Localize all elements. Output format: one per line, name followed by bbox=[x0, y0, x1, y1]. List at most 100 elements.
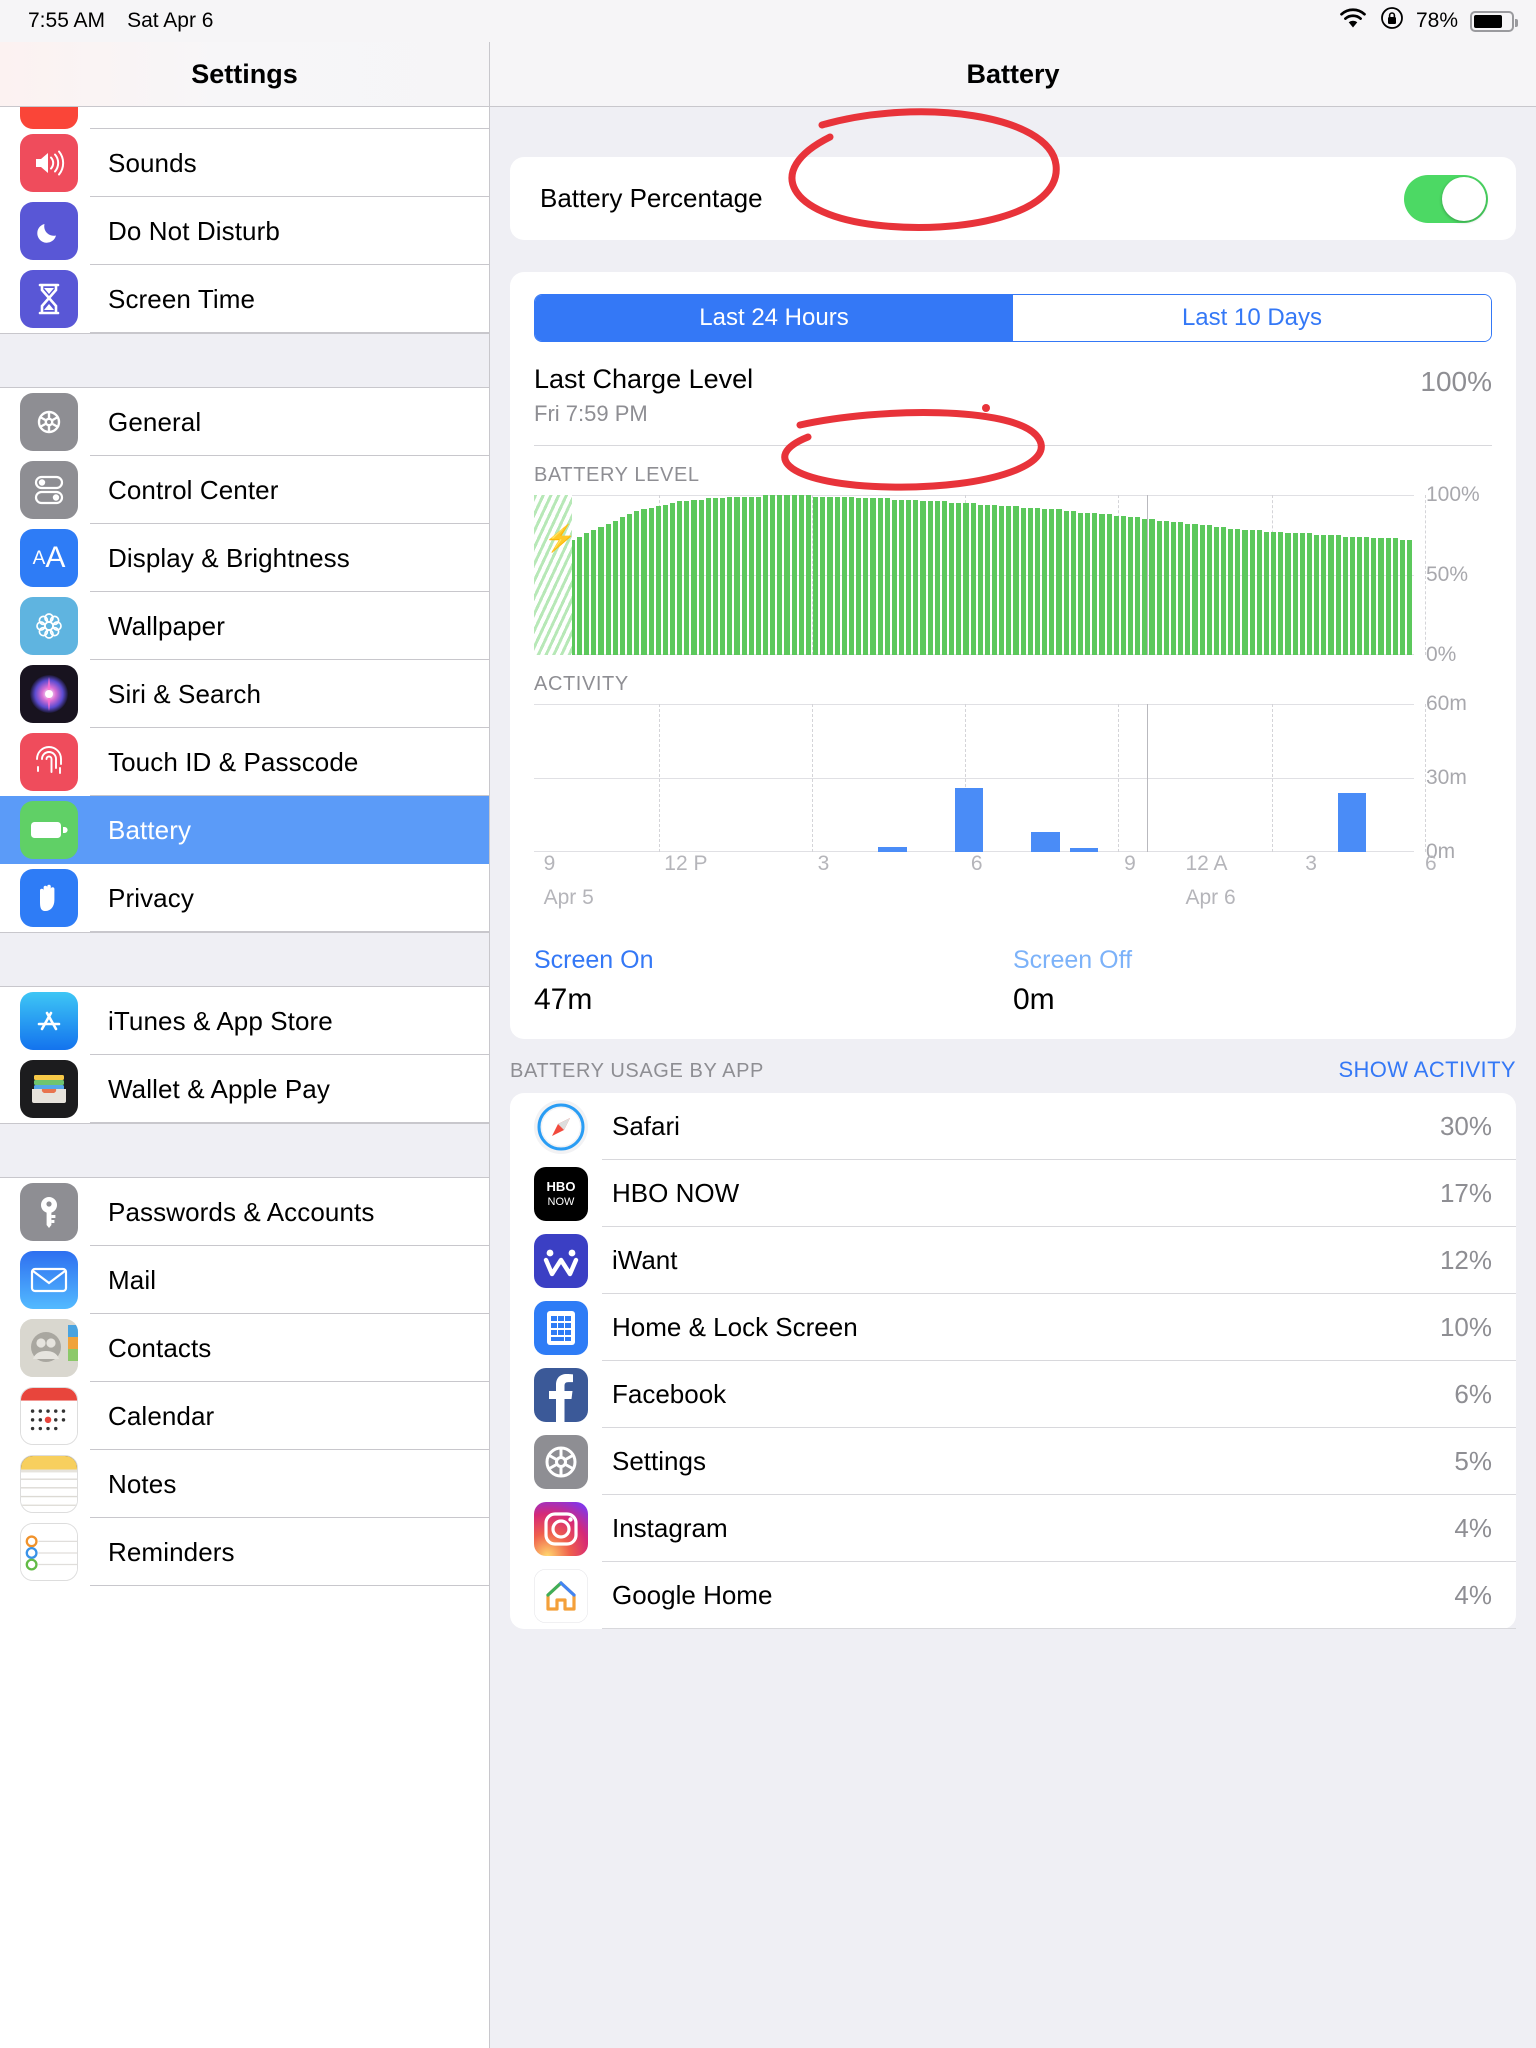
screen-off-label: Screen Off bbox=[1013, 946, 1133, 974]
sidebar-item-calendar[interactable]: Calendar bbox=[0, 1382, 489, 1450]
app-name: Safari bbox=[612, 1111, 680, 1141]
battery-level-bar bbox=[1285, 533, 1291, 655]
battery-level-bar bbox=[1034, 507, 1041, 655]
app-usage-row[interactable]: iWant 12% bbox=[510, 1227, 1516, 1294]
battery-level-bar bbox=[1242, 530, 1248, 655]
battery-level-bar bbox=[1070, 511, 1076, 655]
battery-icon bbox=[20, 801, 78, 859]
battery-level-bar bbox=[669, 503, 676, 655]
sidebar-item-sounds[interactable]: Sounds bbox=[0, 129, 489, 197]
sidebar-item-wallpaper[interactable]: Wallpaper bbox=[0, 592, 489, 660]
app-usage-row[interactable]: HBO NOW HBO NOW 17% bbox=[510, 1160, 1516, 1227]
battery-level-chart: ⚡ 100% 50% 0% bbox=[534, 483, 1492, 666]
screen-time-stats: Screen On 47m Screen Off 0m bbox=[534, 920, 1492, 1039]
last-charge-subtitle: Fri 7:59 PM bbox=[534, 401, 648, 426]
battery-level-bar bbox=[720, 498, 726, 655]
wifi-icon bbox=[1338, 7, 1368, 35]
app-usage-percent: 4% bbox=[1454, 1580, 1492, 1610]
battery-level-bar bbox=[1213, 527, 1219, 655]
app-usage-row[interactable]: Facebook 6% bbox=[510, 1361, 1516, 1428]
app-usage-row[interactable]: Google Home 4% bbox=[510, 1562, 1516, 1629]
battery-level-bar bbox=[576, 536, 583, 655]
sidebar-item-passwords-accounts[interactable]: Passwords & Accounts bbox=[0, 1178, 489, 1246]
sidebar-item-notifications[interactable] bbox=[0, 107, 489, 129]
sidebar-item-notes[interactable]: Notes bbox=[0, 1450, 489, 1518]
battery-level-bar bbox=[1299, 533, 1305, 655]
rotation-lock-icon bbox=[1380, 6, 1404, 36]
battery-level-bar bbox=[1063, 511, 1069, 655]
app-usage-row[interactable]: Home & Lock Screen 10% bbox=[510, 1294, 1516, 1361]
sidebar-item-label: Wallpaper bbox=[108, 610, 225, 641]
battery-level-bar bbox=[1271, 531, 1277, 655]
sidebar-item-siri-search[interactable]: Siri & Search bbox=[0, 660, 489, 728]
battery-level-bar bbox=[920, 501, 926, 655]
sidebar-nav-bar: Settings bbox=[0, 42, 490, 106]
sidebar-item-display-brightness[interactable]: AA Display & Brightness bbox=[0, 524, 489, 592]
hbo-now-icon: HBO NOW bbox=[534, 1166, 588, 1221]
battery-level-bar bbox=[662, 504, 668, 655]
screen-on-stat: Screen On 47m bbox=[534, 946, 1013, 1017]
battery-level-bar bbox=[1042, 509, 1048, 655]
split-view: Sounds Do Not Disturb Screen Time Genera… bbox=[0, 107, 1536, 2048]
sidebar-item-battery[interactable]: Battery bbox=[0, 796, 489, 864]
activity-x-tick: 12 P bbox=[664, 852, 708, 875]
sidebar-item-screen-time[interactable]: Screen Time bbox=[0, 265, 489, 333]
app-usage-row[interactable]: Safari 30% bbox=[510, 1093, 1516, 1160]
charging-bolt-icon: ⚡ bbox=[544, 523, 577, 553]
time-range-segmented-control[interactable]: Last 24 Hours Last 10 Days bbox=[534, 294, 1492, 342]
battery-level-bar bbox=[856, 498, 862, 655]
battery-level-bar bbox=[598, 527, 604, 655]
battery-percentage-toggle[interactable] bbox=[1404, 174, 1488, 223]
battery-usage-title: BATTERY USAGE BY APP bbox=[510, 1060, 764, 1082]
sidebar-item-mail[interactable]: Mail bbox=[0, 1246, 489, 1314]
app-usage-percent: 4% bbox=[1454, 1513, 1492, 1543]
settings-sidebar[interactable]: Sounds Do Not Disturb Screen Time Genera… bbox=[0, 107, 490, 2048]
sidebar-item-touch-id-passcode[interactable]: Touch ID & Passcode bbox=[0, 728, 489, 796]
battery-level-bar bbox=[1163, 520, 1169, 655]
battery-level-bar bbox=[927, 501, 933, 655]
sidebar-item-control-center[interactable]: Control Center bbox=[0, 456, 489, 524]
battery-level-bar bbox=[1371, 538, 1377, 655]
app-name: Home & Lock Screen bbox=[612, 1312, 858, 1342]
screen-on-value: 47m bbox=[534, 983, 593, 1016]
battery-level-bar bbox=[913, 499, 919, 655]
tab-last-24-hours[interactable]: Last 24 Hours bbox=[535, 295, 1013, 341]
battery-level-bar bbox=[1199, 525, 1205, 655]
battery-level-bar bbox=[698, 499, 704, 655]
facebook-icon bbox=[534, 1367, 588, 1422]
sidebar-item-wallet-apple-pay[interactable]: Wallet & Apple Pay bbox=[0, 1055, 489, 1123]
battery-level-bar bbox=[763, 495, 769, 655]
sidebar-item-privacy[interactable]: Privacy bbox=[0, 864, 489, 932]
battery-level-bar bbox=[727, 496, 733, 655]
notes-icon bbox=[20, 1455, 78, 1513]
battery-level-bar bbox=[770, 495, 776, 655]
activity-x-tick: 6 bbox=[970, 852, 983, 875]
battery-level-bar bbox=[1328, 535, 1334, 655]
sidebar-item-general[interactable]: General bbox=[0, 388, 489, 456]
battery-level-bar bbox=[813, 496, 819, 655]
app-name: iWant bbox=[612, 1245, 678, 1275]
tab-last-10-days[interactable]: Last 10 Days bbox=[1013, 295, 1491, 341]
show-activity-button[interactable]: SHOW ACTIVITY bbox=[1338, 1057, 1516, 1083]
battery-level-bar bbox=[934, 501, 940, 655]
battery-level-bar bbox=[1056, 509, 1062, 655]
display-brightness-icon: AA bbox=[20, 529, 78, 587]
battery-level-bar bbox=[999, 506, 1005, 655]
battery-level-bar bbox=[992, 504, 998, 655]
sidebar-item-do-not-disturb[interactable]: Do Not Disturb bbox=[0, 197, 489, 265]
svg-text:HBO: HBO bbox=[547, 1179, 576, 1194]
sidebar-item-reminders[interactable]: Reminders bbox=[0, 1518, 489, 1586]
sidebar-item-itunes-app-store[interactable]: iTunes & App Store bbox=[0, 987, 489, 1055]
battery-level-bar bbox=[841, 496, 847, 655]
app-usage-row[interactable]: Settings 5% bbox=[510, 1428, 1516, 1495]
sidebar-item-label: Wallet & Apple Pay bbox=[108, 1073, 330, 1104]
charging-hatch bbox=[534, 495, 572, 655]
app-usage-percent: 12% bbox=[1439, 1245, 1492, 1275]
sidebar-item-contacts[interactable]: Contacts bbox=[0, 1314, 489, 1382]
app-usage-row[interactable]: Instagram 4% bbox=[510, 1495, 1516, 1562]
svg-text:NOW: NOW bbox=[548, 1196, 576, 1208]
battery-level-bar bbox=[877, 498, 883, 655]
battery-level-bar bbox=[619, 517, 626, 655]
battery-level-bar bbox=[827, 496, 833, 655]
battery-percentage-row[interactable]: Battery Percentage bbox=[510, 157, 1516, 240]
